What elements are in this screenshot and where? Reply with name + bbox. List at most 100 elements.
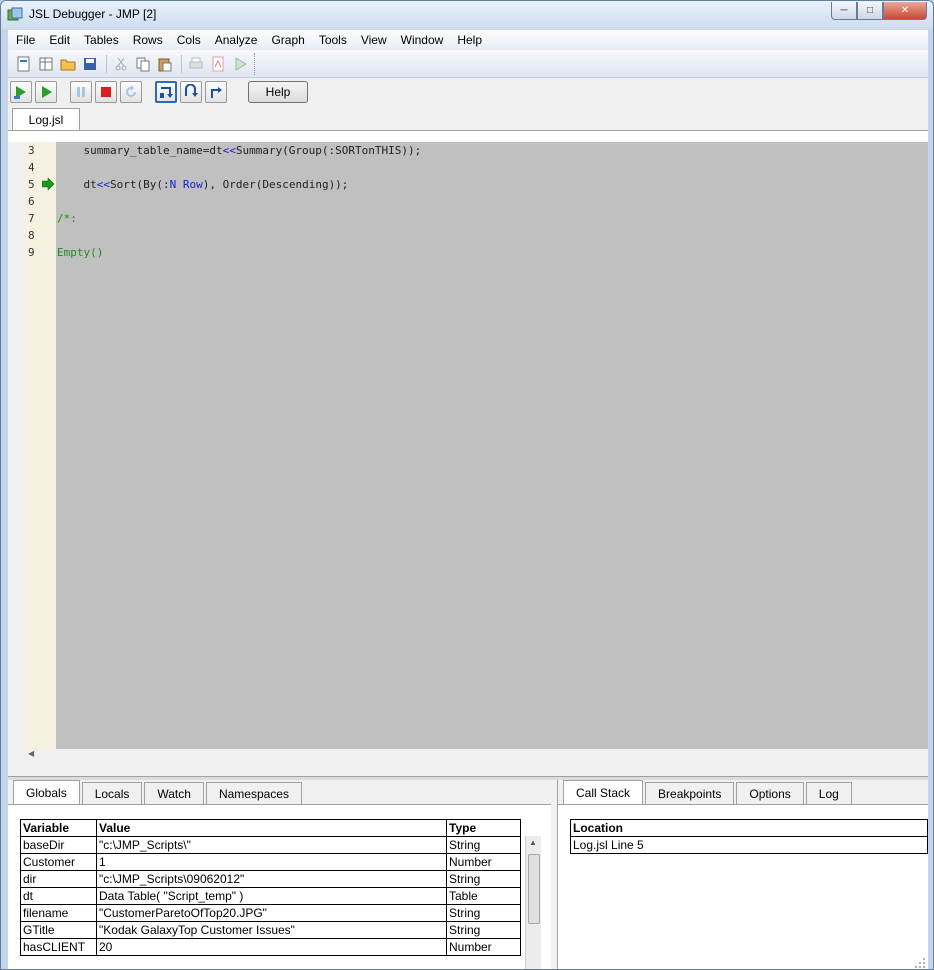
window-title: JSL Debugger - JMP [2] xyxy=(29,7,157,21)
table-row[interactable]: filename "CustomerParetoOfTop20.JPG" Strin… xyxy=(20,904,521,922)
menu-item-window[interactable]: Window xyxy=(401,33,444,47)
new-script-icon[interactable] xyxy=(14,54,34,74)
cut-icon[interactable] xyxy=(111,54,131,74)
code-token: << xyxy=(222,144,236,157)
code-token: dt xyxy=(57,178,97,191)
code-token: Sort(By(: xyxy=(110,178,170,191)
code-line[interactable]: Empty() xyxy=(57,246,103,259)
menu-item-cols[interactable]: Cols xyxy=(177,33,201,47)
help-button[interactable]: Help xyxy=(248,81,308,103)
column-header-value[interactable]: Value xyxy=(96,819,447,837)
run-icon[interactable] xyxy=(35,81,57,103)
paste-icon[interactable] xyxy=(155,54,175,74)
pdf-icon[interactable] xyxy=(208,54,228,74)
tab-log[interactable]: Log xyxy=(805,782,852,804)
callstack-table: Location Log.jsl Line 5 xyxy=(570,819,928,854)
table-cell: "CustomerParetoOfTop20.JPG" xyxy=(96,904,447,922)
menu-item-rows[interactable]: Rows xyxy=(133,33,163,47)
globals-vertical-scrollbar[interactable]: ▲ xyxy=(525,836,541,969)
table-cell: Data Table( "Script_temp" ) xyxy=(96,887,447,905)
scroll-left-icon[interactable]: ◀ xyxy=(28,749,34,758)
table-cell: dir xyxy=(20,870,97,888)
line-number[interactable]: 5 xyxy=(28,178,40,191)
code-token: summary_table_name=dt xyxy=(57,144,223,157)
table-cell: Number xyxy=(446,938,521,956)
menu-item-view[interactable]: View xyxy=(361,33,387,47)
table-cell: String xyxy=(446,870,521,888)
code-line[interactable]: dt<<Sort(By(:N Row), Order(Descending)); xyxy=(57,178,348,191)
restart-icon[interactable] xyxy=(120,81,142,103)
run-script-icon[interactable] xyxy=(230,54,250,74)
scroll-up-icon[interactable]: ▲ xyxy=(529,838,537,847)
pause-icon[interactable] xyxy=(70,81,92,103)
tab-call-stack[interactable]: Call Stack xyxy=(563,780,644,805)
step-into-icon[interactable] xyxy=(155,81,177,103)
menu-item-file[interactable]: File xyxy=(16,33,35,47)
menu-item-graph[interactable]: Graph xyxy=(271,33,304,47)
callstack-panel: Call Stack Breakpoints Options Log Location… xyxy=(557,780,928,969)
tab-namespaces[interactable]: Namespaces xyxy=(205,782,302,804)
code-token: << xyxy=(96,178,110,191)
tab-watch[interactable]: Watch xyxy=(144,782,204,804)
table-cell: 20 xyxy=(96,938,447,956)
line-number[interactable]: 8 xyxy=(28,229,40,242)
table-row[interactable]: hasCLIENT 20 Number xyxy=(20,938,521,956)
table-row[interactable]: dir "c:\JMP_Scripts\09062012" String xyxy=(20,870,521,888)
print-icon[interactable] xyxy=(186,54,206,74)
menu-item-help[interactable]: Help xyxy=(457,33,482,47)
line-number[interactable]: 9 xyxy=(28,246,40,259)
menu-item-edit[interactable]: Edit xyxy=(49,33,70,47)
location-header: Location xyxy=(570,819,928,837)
table-row[interactable]: Customer 1 Number xyxy=(20,853,521,871)
tab-globals[interactable]: Globals xyxy=(13,780,80,805)
variables-tabs: Globals Locals Watch Namespaces xyxy=(13,780,304,805)
minimize-button[interactable]: ─ xyxy=(831,2,857,20)
code-token: /*: xyxy=(57,212,77,225)
code-line[interactable]: summary_table_name=dt<<Summary(Group(:SO… xyxy=(57,144,421,157)
tab-locals[interactable]: Locals xyxy=(81,782,143,804)
step-over-icon[interactable] xyxy=(180,81,202,103)
menu-item-analyze[interactable]: Analyze xyxy=(215,33,258,47)
code-line[interactable]: /*: xyxy=(57,212,77,225)
editor-horizontal-scrollbar[interactable]: ◀ xyxy=(24,749,928,761)
new-data-table-icon[interactable] xyxy=(36,54,56,74)
tab-breakpoints[interactable]: Breakpoints xyxy=(645,782,735,804)
table-cell: filename xyxy=(20,904,97,922)
line-number[interactable]: 6 xyxy=(28,195,40,208)
line-number[interactable]: 4 xyxy=(28,161,40,174)
line-number-gutter[interactable]: 3 4 5 6 7 8 9 xyxy=(24,142,56,749)
code-editor[interactable]: 3 4 5 6 7 8 9 summary_table_name=dt<<Summary(G… xyxy=(24,142,928,749)
title-bar[interactable]: JSL Debugger - JMP [2] ─ □ ✕ xyxy=(1,1,933,29)
line-number[interactable]: 3 xyxy=(28,144,40,157)
stop-icon[interactable] xyxy=(95,81,117,103)
copy-icon[interactable] xyxy=(133,54,153,74)
resize-grip-icon[interactable] xyxy=(914,957,926,969)
tab-log-jsl[interactable]: Log.jsl xyxy=(12,108,80,131)
table-cell: "c:\JMP_Scripts\" xyxy=(96,836,447,854)
table-row[interactable]: Log.jsl Line 5 xyxy=(570,836,928,854)
maximize-button[interactable]: □ xyxy=(857,2,883,20)
open-folder-icon[interactable] xyxy=(58,54,78,74)
step-run-icon[interactable] xyxy=(10,81,32,103)
close-button[interactable]: ✕ xyxy=(883,2,927,20)
table-cell: GTitle xyxy=(20,921,97,939)
menu-item-tables[interactable]: Tables xyxy=(84,33,119,47)
toolbar-separator xyxy=(106,54,107,73)
column-header-variable[interactable]: Variable xyxy=(20,819,97,837)
table-row[interactable]: dt Data Table( "Script_temp" ) Table xyxy=(20,887,521,905)
column-header-type[interactable]: Type xyxy=(446,819,521,837)
table-cell: String xyxy=(446,836,521,854)
toolbar-grip[interactable] xyxy=(254,52,262,75)
tab-options[interactable]: Options xyxy=(736,782,804,804)
step-out-icon[interactable] xyxy=(205,81,227,103)
table-row[interactable]: baseDir "c:\JMP_Scripts\" String xyxy=(20,836,521,854)
save-icon[interactable] xyxy=(80,54,100,74)
line-number[interactable]: 7 xyxy=(28,212,40,225)
table-row[interactable]: GTitle "Kodak GalaxyTop Customer Issues" S… xyxy=(20,921,521,939)
menu-item-tools[interactable]: Tools xyxy=(319,33,347,47)
table-cell: baseDir xyxy=(20,836,97,854)
globals-pane: Variable Value Type baseDir "c:\JMP_Scripts… xyxy=(8,804,551,969)
table-cell: Log.jsl Line 5 xyxy=(570,836,928,854)
main-toolbar xyxy=(8,50,928,78)
scroll-thumb[interactable] xyxy=(528,854,540,924)
